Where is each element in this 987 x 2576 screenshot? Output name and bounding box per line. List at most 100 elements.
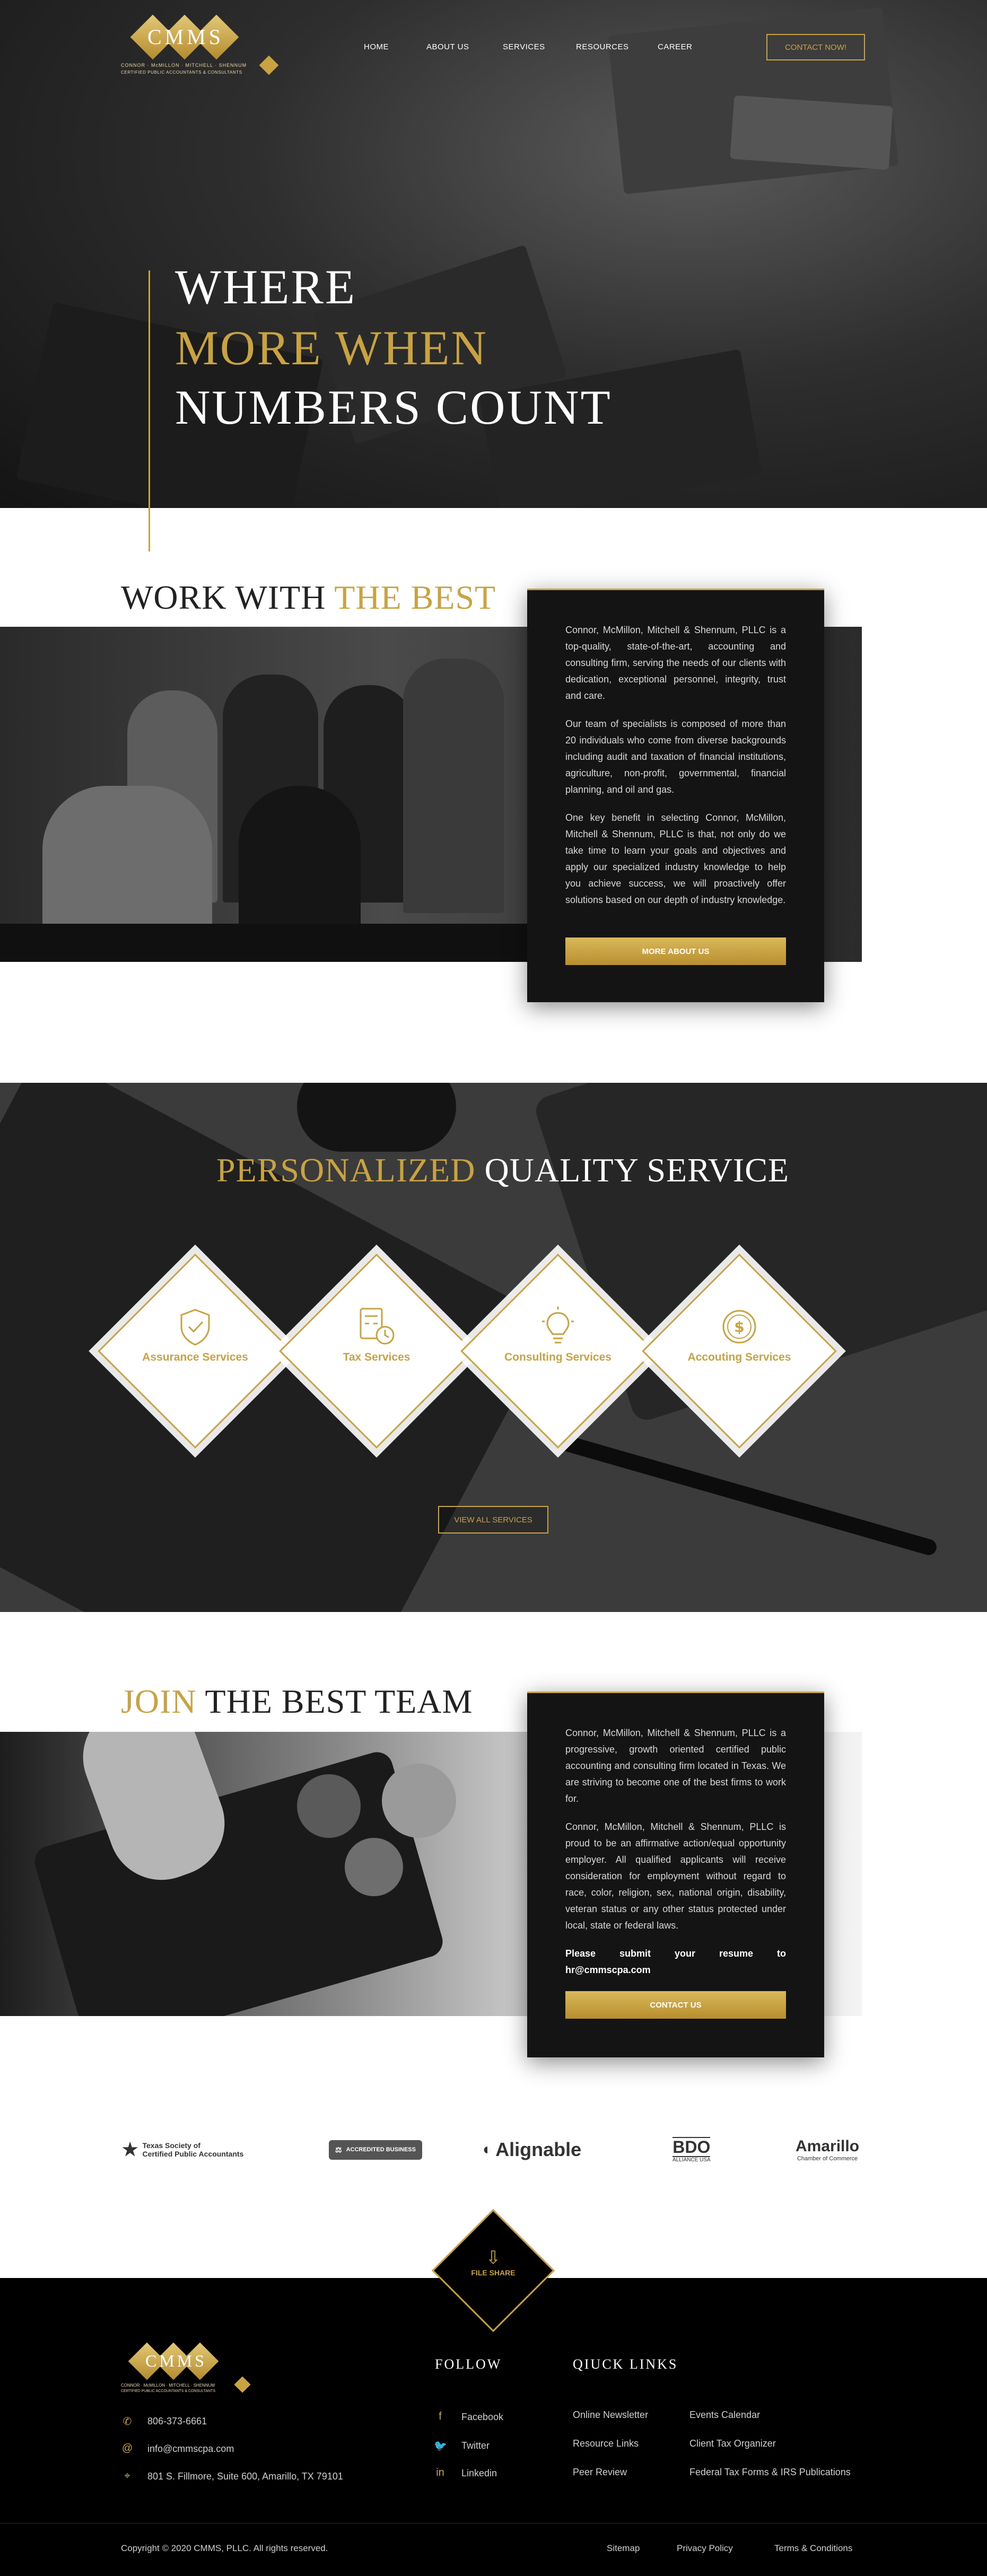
- upload-arrow-icon: ⇩: [485, 2248, 501, 2268]
- footer-address: 801 S. Fillmore, Suite 600, Amarillo, TX…: [147, 2471, 343, 2482]
- alignable-mark-icon: ◐: [483, 2141, 493, 2158]
- careers-paragraph-2: Connor, McMillon, Mitchell & Shennum, PL…: [565, 1821, 786, 1931]
- logo-text: CMMS: [147, 25, 224, 49]
- amarillo-label: Amarillo: [796, 2137, 860, 2155]
- svg-text:$: $: [734, 1318, 744, 1336]
- about-paragraph-2: Our team of specialists is composed of m…: [565, 719, 786, 795]
- services-title: PERSONALIZED QUALITY SERVICE: [216, 1151, 789, 1190]
- service-assurance-label: Assurance Services: [142, 1351, 248, 1363]
- footer-twitter[interactable]: Twitter: [461, 2440, 490, 2451]
- careers-resume-note: Please submit your resume to hr@cmmscpa.…: [565, 1948, 786, 1975]
- alignable-label: Alignable: [495, 2139, 582, 2160]
- nav-resources[interactable]: RESOURCES: [576, 42, 629, 51]
- footer-terms-link[interactable]: Terms & Conditions: [774, 2543, 852, 2554]
- amarillo-chamber-logo[interactable]: Amarillo Chamber of Commerce: [796, 2134, 859, 2166]
- file-share-button[interactable]: ⇩ FILE SHARE: [451, 2247, 536, 2277]
- hero-line-2: MORE WHEN: [175, 321, 488, 375]
- careers-paragraph-1: Connor, McMillon, Mitchell & Shennum, PL…: [565, 1728, 786, 1804]
- contact-now-button[interactable]: CONTACT NOW!: [766, 34, 865, 60]
- footer-email[interactable]: info@cmmscpa.com: [147, 2443, 234, 2455]
- facebook-icon: f: [439, 2411, 442, 2422]
- more-about-us-button[interactable]: MORE ABOUT US: [565, 937, 786, 965]
- shield-icon: [180, 1309, 210, 1346]
- about-paragraph-1: Connor, McMillon, Mitchell & Shennum, PL…: [565, 625, 786, 701]
- follow-title: FOLLOW: [435, 2356, 502, 2372]
- service-accounting[interactable]: $ Accouting Services: [681, 1305, 798, 1364]
- footer-logo-text: CMMS: [145, 2351, 207, 2370]
- tscpa-line-2: Certified Public Accountants: [142, 2150, 244, 2158]
- work-title-a: WORK WITH: [121, 579, 326, 616]
- pie-chart-2: [382, 1764, 456, 1838]
- view-all-services-button[interactable]: VIEW ALL SERVICES: [438, 1506, 548, 1534]
- tscpa-line-1: Texas Society of: [142, 2141, 200, 2150]
- calculator-clock-icon: [360, 1308, 395, 1345]
- services-title-b: QUALITY SERVICE: [484, 1151, 789, 1189]
- email-icon: @: [121, 2442, 133, 2454]
- contact-us-button[interactable]: CONTACT US: [565, 1991, 786, 2019]
- about-card: Connor, McMillon, Mitchell & Shennum, PL…: [527, 589, 824, 1002]
- about-paragraph-3: One key benefit in selecting Connor, McM…: [565, 812, 786, 905]
- service-consulting[interactable]: Consulting Services: [500, 1305, 616, 1364]
- bdo-sublabel: ALLIANCE USA: [672, 2157, 711, 2163]
- quick-link-events-calendar[interactable]: Events Calendar: [689, 2409, 760, 2421]
- join-title-b: THE BEST TEAM: [205, 1683, 473, 1720]
- tscpa-logo[interactable]: ★ Texas Society of Certified Public Acco…: [122, 2134, 243, 2166]
- hero-accent-line: [149, 270, 150, 551]
- site-logo[interactable]: CMMS CONNOR · McMILLON · MITCHELL · SHEN…: [121, 14, 285, 80]
- service-accounting-label: Accouting Services: [687, 1351, 791, 1363]
- amarillo-sublabel: Chamber of Commerce: [797, 2156, 858, 2162]
- service-consulting-label: Consulting Services: [504, 1351, 612, 1363]
- services-title-a: PERSONALIZED: [216, 1151, 476, 1189]
- services-pen-shape: [546, 1430, 939, 1557]
- team-table: [0, 924, 530, 962]
- footer-phone[interactable]: 806-373-6661: [147, 2416, 207, 2427]
- twitter-icon: 🐦: [434, 2440, 447, 2452]
- hero-line-1: WHERE: [175, 260, 357, 314]
- lightbulb-icon: [542, 1307, 574, 1344]
- quick-link-resource-links[interactable]: Resource Links: [573, 2438, 639, 2449]
- hero-line-3: NUMBERS COUNT: [175, 380, 612, 434]
- footer-linkedin[interactable]: Linkedin: [461, 2468, 497, 2479]
- quick-link-online-newsletter[interactable]: Online Newsletter: [573, 2409, 648, 2421]
- service-tax[interactable]: Tax Services: [318, 1305, 435, 1364]
- phone-icon: ✆: [123, 2416, 132, 2428]
- tscpa-mark-icon: ★: [122, 2140, 138, 2160]
- bdo-label: BDO: [672, 2136, 711, 2157]
- service-assurance[interactable]: Assurance Services: [137, 1305, 254, 1364]
- logo-small-diamond: [259, 55, 279, 75]
- linkedin-icon: in: [436, 2467, 444, 2478]
- pie-chart-1: [297, 1774, 361, 1838]
- join-title-a: JOIN: [121, 1683, 197, 1720]
- footer-logo[interactable]: CMMS CONNOR · McMILLON · MITCHELL · SHEN…: [121, 2342, 259, 2396]
- alignable-logo[interactable]: ◐ Alignable: [483, 2134, 581, 2166]
- quick-link-client-tax-organizer[interactable]: Client Tax Organizer: [689, 2438, 776, 2449]
- nav-home[interactable]: HOME: [364, 42, 389, 51]
- logo-tagline: CERTIFIED PUBLIC ACCOUNTANTS & CONSULTAN…: [121, 70, 242, 75]
- footer-divider: [0, 2523, 987, 2524]
- quick-link-peer-review[interactable]: Peer Review: [573, 2467, 627, 2478]
- careers-card: Connor, McMillon, Mitchell & Shennum, PL…: [527, 1692, 824, 2057]
- nav-about-us[interactable]: ABOUT US: [426, 42, 469, 51]
- file-share-label: FILE SHARE: [471, 2268, 516, 2277]
- footer-logo-tagline: CERTIFIED PUBLIC ACCOUNTANTS & CONSULTAN…: [121, 2389, 216, 2393]
- work-title-b: THE BEST: [334, 579, 496, 616]
- quick-links-title: QIUCK LINKS: [573, 2356, 678, 2372]
- hero-phone-shape: [730, 95, 893, 170]
- nav-services[interactable]: SERVICES: [503, 42, 545, 51]
- service-tax-label: Tax Services: [343, 1351, 410, 1363]
- footer-copyright: Copyright © 2020 CMMS, PLLC. All rights …: [121, 2543, 328, 2553]
- work-title: WORK WITH THE BEST: [121, 578, 496, 617]
- bbb-logo[interactable]: ⚖ ACCREDITED BUSINESS: [329, 2134, 422, 2166]
- quick-link-federal-tax-forms[interactable]: Federal Tax Forms & IRS Publications: [689, 2467, 851, 2478]
- join-title: JOIN THE BEST TEAM: [121, 1682, 473, 1721]
- footer-sitemap-link[interactable]: Sitemap: [607, 2543, 640, 2554]
- footer-privacy-link[interactable]: Privacy Policy: [677, 2543, 733, 2554]
- location-pin-icon: ⌖: [124, 2470, 130, 2482]
- services-mouse-shape: [297, 1083, 456, 1152]
- nav-career[interactable]: CAREER: [658, 42, 693, 51]
- bdo-logo[interactable]: BDO ALLIANCE USA: [672, 2134, 711, 2166]
- bbb-mark-icon: ⚖: [335, 2145, 342, 2154]
- coin-icon: $: [722, 1310, 756, 1344]
- team-figure-4: [403, 659, 504, 913]
- footer-facebook[interactable]: Facebook: [461, 2412, 503, 2423]
